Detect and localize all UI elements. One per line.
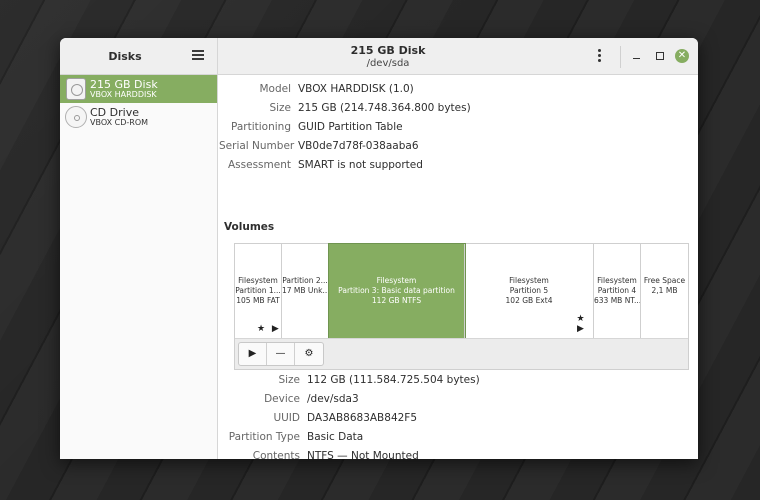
prop-label: Partition Type bbox=[228, 431, 300, 443]
prop-value: GUID Partition Table bbox=[298, 121, 403, 133]
partition-type: Filesystem bbox=[238, 276, 278, 285]
prop-value: Basic Data bbox=[307, 431, 364, 443]
partition-size: 105 MB FAT bbox=[236, 296, 280, 305]
delete-partition-button[interactable]: — bbox=[267, 343, 295, 365]
sidebar-title: Disks bbox=[108, 50, 142, 63]
prop-label: Assessment bbox=[228, 159, 291, 171]
prop-label: Size bbox=[269, 102, 291, 114]
partition-name: Partition 5 bbox=[509, 286, 549, 295]
partition-block-3[interactable]: Filesystem Partition 3: Basic data parti… bbox=[328, 243, 466, 339]
partition-strip: Filesystem Partition 1... 105 MB FAT ★ ▶… bbox=[235, 243, 688, 339]
hamburger-menu-icon[interactable] bbox=[192, 50, 204, 62]
disk-item-model: VBOX HARDDISK bbox=[90, 90, 157, 99]
prop-value: DA3AB8683AB842F5 bbox=[307, 412, 418, 424]
partition-block-2[interactable]: Partition 2... 17 MB Unk... bbox=[282, 244, 329, 338]
minimize-button[interactable] bbox=[630, 49, 644, 63]
volumes-graph: Filesystem Partition 1... 105 MB FAT ★ ▶… bbox=[234, 243, 689, 370]
partition-size: 102 GB Ext4 bbox=[505, 296, 553, 305]
disk-item-cd-drive[interactable]: CD Drive VBOX CD-ROM bbox=[60, 103, 217, 131]
prop-label: Size bbox=[278, 374, 300, 386]
more-options-icon[interactable] bbox=[597, 49, 603, 65]
partition-name: Partition 3: Basic data partition bbox=[338, 286, 455, 295]
prop-value: /dev/sda3 bbox=[307, 393, 359, 405]
partition-settings-button[interactable]: ⚙ bbox=[295, 343, 323, 365]
hard-disk-icon bbox=[66, 78, 86, 100]
prop-label: Serial Number bbox=[219, 140, 295, 152]
disk-details-panel: Model VBOX HARDDISK (1.0) Size 215 GB (2… bbox=[219, 75, 698, 459]
maximize-button[interactable] bbox=[653, 49, 667, 63]
mount-marks: ★ ▶ bbox=[576, 314, 587, 334]
disk-item-model: VBOX CD-ROM bbox=[90, 118, 149, 127]
free-space-block[interactable]: Free Space 2,1 MB bbox=[641, 244, 688, 338]
partition-type: Filesystem bbox=[376, 276, 417, 285]
title-bar: Disks 215 GB Disk /dev/sda ✕ bbox=[60, 38, 698, 75]
disk-list: 215 GB Disk VBOX HARDDISK CD Drive VBOX … bbox=[60, 75, 218, 459]
partition-block-1[interactable]: Filesystem Partition 1... 105 MB FAT ★ ▶ bbox=[235, 244, 282, 338]
prop-value: VBOX HARDDISK (1.0) bbox=[298, 83, 414, 95]
partition-type: Filesystem bbox=[509, 276, 549, 285]
partition-block-4[interactable]: Filesystem Partition 4 633 MB NT... bbox=[594, 244, 641, 338]
prop-value: 215 GB (214.748.364.800 bytes) bbox=[298, 102, 471, 114]
prop-label: Contents bbox=[252, 450, 300, 459]
prop-value: 112 GB (111.584.725.504 bytes) bbox=[307, 374, 480, 386]
partition-size: 633 MB NT... bbox=[594, 296, 641, 305]
prop-value: VB0de7d78f-038aaba6 bbox=[298, 140, 419, 152]
partition-name: Partition 1... bbox=[235, 286, 281, 295]
mount-marks: ★ ▶ bbox=[257, 324, 281, 334]
prop-label: UUID bbox=[273, 412, 300, 424]
volumes-heading: Volumes bbox=[224, 221, 275, 233]
disk-title: 215 GB Disk bbox=[350, 44, 426, 57]
partition-block-5[interactable]: Filesystem Partition 5 102 GB Ext4 ★ ▶ bbox=[465, 244, 594, 338]
partition-name: Partition 2... bbox=[282, 276, 328, 285]
titlebar-separator bbox=[620, 46, 621, 68]
partition-type: Filesystem bbox=[597, 276, 637, 285]
disk-item-hard-disk[interactable]: 215 GB Disk VBOX HARDDISK bbox=[60, 75, 217, 103]
partition-size: 17 MB Unk... bbox=[282, 286, 329, 295]
volume-actions: ▶ — ⚙ bbox=[238, 342, 324, 366]
sidebar-header: Disks bbox=[60, 38, 218, 75]
mount-button[interactable]: ▶ bbox=[239, 343, 267, 365]
disk-device-path: /dev/sda bbox=[366, 58, 410, 69]
prop-label: Model bbox=[259, 83, 291, 95]
partition-name: Partition 4 bbox=[597, 286, 637, 295]
partition-type: Free Space bbox=[643, 276, 686, 285]
window-title: 215 GB Disk /dev/sda bbox=[218, 44, 558, 69]
close-button[interactable]: ✕ bbox=[675, 49, 689, 63]
partition-name: 2,1 MB bbox=[651, 286, 678, 295]
prop-value: SMART is not supported bbox=[298, 159, 423, 171]
prop-label: Partitioning bbox=[231, 121, 291, 133]
disks-window: Disks 215 GB Disk /dev/sda ✕ 215 GB Disk… bbox=[60, 38, 698, 459]
optical-disc-icon bbox=[65, 106, 87, 128]
volume-toolbar: ▶ — ⚙ bbox=[235, 338, 688, 369]
partition-size: 112 GB NTFS bbox=[371, 296, 422, 305]
prop-label: Device bbox=[264, 393, 300, 405]
prop-value: NTFS — Not Mounted bbox=[307, 450, 419, 459]
